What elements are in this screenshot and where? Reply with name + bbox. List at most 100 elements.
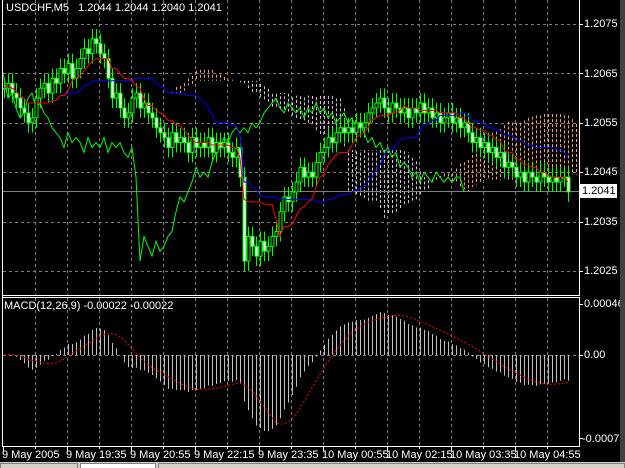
candle-body (130, 97, 135, 114)
candle-body (302, 166, 307, 178)
candle-body (118, 92, 123, 109)
price-tick: 1.2075 (584, 18, 618, 30)
candle-body (434, 112, 439, 119)
candle-body (230, 151, 235, 158)
macd-tick: 0.00 (584, 349, 606, 361)
time-tick: 10 May 04:55 (514, 449, 581, 461)
candle-body (262, 240, 267, 252)
candle-body (374, 102, 379, 109)
candle-body (154, 117, 159, 129)
macd-tick: 0.00046 (584, 298, 624, 310)
candle-body (350, 127, 355, 134)
candle-body (450, 112, 455, 124)
candle-body (558, 176, 563, 183)
candle-body (142, 102, 147, 109)
candle-body (458, 117, 463, 129)
candle-body (30, 117, 35, 124)
macd-label: MACD(12,26,9) -0.00022 -0.00022 (4, 300, 174, 312)
candle-body (390, 102, 395, 114)
candle-body (546, 176, 551, 183)
candle-body (266, 245, 271, 252)
candle-body (50, 77, 55, 94)
time-tick: 10 May 03:35 (450, 449, 517, 461)
candle-body (26, 112, 31, 124)
candle-body (514, 166, 519, 178)
candle-body (306, 171, 311, 178)
candle-body (326, 137, 331, 148)
candle-body (278, 211, 283, 232)
price-tick: 1.2035 (584, 216, 618, 228)
candle-body (498, 151, 503, 158)
candle-body (510, 161, 515, 168)
candle-body (474, 137, 479, 144)
candle-body (186, 142, 191, 153)
candle-body (94, 38, 99, 45)
candle-body (430, 107, 435, 119)
candle-body (214, 142, 219, 153)
chart-tab-active[interactable] (80, 463, 156, 468)
candle-body (166, 137, 171, 148)
candle-body (462, 122, 467, 129)
candle-body (342, 127, 347, 134)
price-tick: 1.2045 (584, 166, 618, 178)
candle-body (70, 63, 75, 79)
time-tick: 10 May 00:55 (322, 449, 389, 461)
candle-body (410, 107, 415, 119)
candle-body (38, 87, 43, 99)
candle-body (14, 92, 19, 99)
candle-body (486, 142, 491, 153)
candle-body (66, 63, 71, 74)
time-tick: 9 May 20:55 (130, 449, 191, 461)
candle-body (42, 82, 47, 89)
candle-body (138, 92, 143, 109)
candle-body (550, 176, 555, 183)
candle-body (174, 132, 179, 144)
price-panel (3, 28, 579, 271)
candle-body (526, 171, 531, 183)
candle-body (126, 112, 131, 119)
candle-body (354, 122, 359, 134)
candle-body (150, 112, 155, 119)
candle-body (506, 161, 511, 168)
candle-body (370, 107, 375, 114)
candle-body (122, 107, 127, 119)
candle-body (134, 92, 139, 99)
candle-body (182, 137, 187, 144)
candle-body (330, 137, 335, 144)
candle-body (386, 107, 391, 114)
time-tick: 9 May 23:35 (258, 449, 319, 461)
candle-body (178, 137, 183, 144)
candle-body (454, 117, 459, 124)
candle-body (274, 230, 279, 237)
candle-body (394, 102, 399, 109)
candle-body (418, 102, 423, 114)
price-tick: 1.2025 (584, 265, 618, 277)
candle-body (86, 48, 91, 55)
chart-tab[interactable] (0, 463, 78, 468)
chart-canvas[interactable] (0, 0, 625, 468)
candle-body (298, 166, 303, 183)
ohlc-label: 1.2044 1.2044 1.2040 1.2041 (78, 2, 222, 14)
candle-body (18, 97, 23, 109)
chart-window[interactable]: USDCHF,M5 1.2044 1.2044 1.2040 1.2041 MA… (0, 0, 625, 468)
window-frame (620, 0, 625, 468)
time-tick: 9 May 2005 (2, 449, 60, 461)
candle-body (358, 122, 363, 129)
chart-tab[interactable] (158, 463, 625, 468)
candle-body (34, 97, 39, 119)
candle-body (202, 142, 207, 148)
candle-body (98, 43, 103, 55)
candle-body (470, 132, 475, 144)
candle-body (406, 107, 411, 119)
candle-body (82, 48, 87, 60)
candle-body (162, 132, 167, 139)
candle-body (366, 112, 371, 124)
time-tick: 9 May 22:15 (194, 449, 255, 461)
candle-body (494, 147, 499, 158)
macd-tick: -0.00075 (582, 433, 625, 445)
candle-body (250, 235, 255, 247)
candle-body (58, 67, 63, 84)
candle-body (198, 142, 203, 148)
candle-body (290, 191, 295, 203)
candle-body (502, 151, 507, 168)
